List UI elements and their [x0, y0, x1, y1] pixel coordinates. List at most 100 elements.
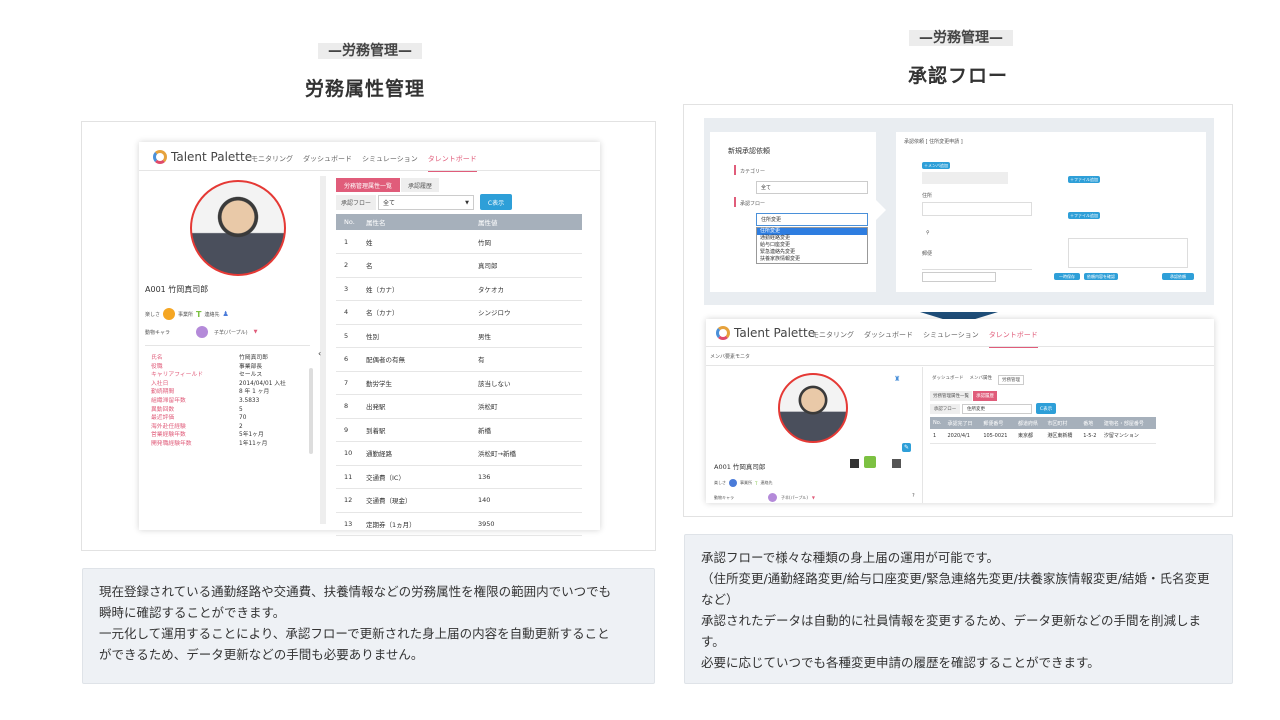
subtab-approval-history[interactable]: 承認履歴	[973, 391, 997, 401]
profile-row: 異動回数 5	[151, 406, 286, 415]
flow-option[interactable]: 扶養家族情報変更	[757, 256, 867, 263]
table-cell: 港区東新橋	[1044, 429, 1081, 444]
filter-select-value: 住所変更	[967, 407, 985, 412]
table-row[interactable]: 1 姓竹岡	[336, 230, 582, 254]
collapse-arrow-icon[interactable]: ‹	[318, 349, 321, 358]
desc-line: など）	[701, 592, 739, 607]
subtab-attr-list[interactable]: 労務管理属性一覧	[930, 391, 972, 401]
app-logo[interactable]: Talent Palette	[153, 150, 252, 164]
flow-option[interactable]: 住所変更	[757, 228, 867, 235]
employee-name: A001 竹岡真司郎	[714, 463, 766, 471]
table-cell: 1-5-2	[1080, 429, 1101, 444]
profile-key: 勤続期間	[151, 389, 175, 396]
badge-contact-label: 連絡先	[204, 311, 220, 318]
tab-attr-list[interactable]: 労務管理属性一覧	[336, 178, 400, 192]
table-row[interactable]: 9 到着駅 新橋	[336, 418, 582, 442]
temp-save-button[interactable]: 一時保存	[1054, 273, 1080, 280]
form-select[interactable]	[922, 272, 996, 282]
submit-request-button[interactable]: 承認依頼	[1162, 273, 1194, 280]
cell-attr-name: 姓	[358, 230, 470, 254]
cell-no: 3	[336, 277, 358, 301]
chevron-down-icon: ▼	[465, 199, 469, 206]
sheep-icon	[196, 326, 209, 338]
request-title: 新規承認依頼	[728, 147, 770, 155]
col-header: 郵便番号	[980, 417, 1015, 429]
desc-line: 現在登録されている通勤経路や交通費、扶養情報などの労務属性を権限の範囲内でいつで…	[99, 584, 612, 599]
request-card: 新規承認依頼 カテゴリー 全て 承認フロー 住所変更 住所変更 通勤経路変更 給与口…	[710, 132, 876, 292]
table-row[interactable]: 1 2020/4/1 105-0021 東京都 港区東新橋 1-5-2 汐留マンション	[930, 429, 1156, 444]
cell-attr-value: シンジロウ	[470, 300, 582, 325]
confirm-button[interactable]: 依頼内容を確認	[1084, 273, 1118, 280]
edit-icon[interactable]: ✎	[902, 443, 911, 452]
table-row[interactable]: 2 名真司郎	[336, 253, 582, 278]
category-label: カテゴリー	[740, 169, 766, 175]
header-divider	[706, 346, 1214, 347]
chevron-down-icon[interactable]: ▼	[254, 329, 258, 335]
member-field[interactable]	[922, 172, 1008, 184]
flow-option[interactable]: 緊急連絡先変更	[757, 249, 867, 256]
tab-dashboard[interactable]: ダッシュボード	[932, 375, 964, 385]
tab-approval-history[interactable]: 承認履歴	[401, 178, 439, 192]
table-row[interactable]: 8 出発駅 浜松町	[336, 394, 582, 419]
attach-file-button-1[interactable]: ＋ファイル追加	[1068, 176, 1100, 183]
tab-member-attr[interactable]: メンバ属性	[970, 375, 993, 385]
category-select[interactable]: 全て	[756, 181, 868, 194]
cell-attr-value: 有	[470, 347, 582, 372]
profile-row: キャリアフィールド セールス	[151, 371, 286, 380]
flow-option[interactable]: 通勤経路変更	[757, 235, 867, 242]
table-row[interactable]: 4 名（カナ） シンジロウ	[336, 300, 582, 325]
table-row[interactable]: 6 配偶者の有無有	[336, 347, 582, 372]
org-icon[interactable]: ♜	[894, 375, 900, 383]
filter-select[interactable]: 住所変更	[962, 404, 1032, 414]
table-cell: 汐留マンション	[1100, 429, 1156, 444]
smile-icon	[729, 479, 737, 487]
show-button[interactable]: C表示	[1036, 403, 1056, 414]
app-logo-text: Talent Palette	[171, 150, 253, 164]
col-attr-name: 属性名	[358, 214, 470, 230]
profile-scrollbar[interactable]	[309, 368, 313, 454]
section-tag-right: —労務管理—	[909, 30, 1013, 46]
qr-icon	[850, 459, 859, 468]
help-icon[interactable]: ?	[912, 493, 915, 499]
flow-option[interactable]: 給与口座変更	[757, 242, 867, 249]
tab-labor[interactable]: 労務管理	[998, 375, 1024, 385]
cell-attr-name: 性別	[358, 324, 470, 348]
flow-dropdown: 住所変更 通勤経路変更 給与口座変更 緊急連絡先変更 扶養家族情報変更	[756, 227, 868, 264]
comment-textarea[interactable]	[1068, 238, 1188, 268]
badge-row: 楽しさ 事業所 T 連絡先	[714, 479, 773, 487]
postal-input[interactable]	[922, 260, 1032, 270]
chevron-down-icon[interactable]: ▼	[812, 495, 815, 500]
filter-select-value: 全て	[383, 200, 396, 207]
profile-key: キャリアフィールド	[151, 372, 204, 379]
request-form: 承認依頼 [ 住所変更申請 ] ＋メンバ追加 住所 ⚲ 郵便 ＋ファイル追加 ＋…	[896, 132, 1206, 292]
cell-attr-value: 140	[470, 488, 582, 513]
search-icon[interactable]: ⚲	[926, 230, 930, 236]
table-cell: 105-0021	[980, 429, 1015, 444]
table-row[interactable]: 7 勤労学生 該当しない	[336, 371, 582, 395]
table-row[interactable]: 5 性別 男性	[336, 324, 582, 348]
col-header: No.	[930, 417, 945, 429]
table-row[interactable]: 12 交通費（現金） 140	[336, 488, 582, 513]
table-row[interactable]: 3 姓（カナ） タケオカ	[336, 277, 582, 301]
show-button[interactable]: C表示	[480, 194, 512, 210]
chara-label: 動物キャラ	[714, 494, 734, 500]
app-logo[interactable]: Talent Palette	[716, 326, 815, 340]
col-no: No.	[336, 214, 358, 230]
section-tag-left: —労務管理—	[318, 43, 422, 59]
add-member-button[interactable]: ＋メンバ追加	[922, 162, 950, 169]
attach-file-button-2[interactable]: ＋ファイル追加	[1068, 212, 1100, 219]
table-row[interactable]: 10 通勤経路 浜松町→新橋	[336, 441, 582, 466]
col-header: 番地	[1080, 417, 1101, 429]
filter-label: 承認フロー	[930, 404, 960, 414]
flow-select[interactable]: 住所変更	[756, 213, 868, 226]
header-divider	[139, 170, 600, 171]
col-header: 建物名・部屋番号	[1100, 417, 1156, 429]
filter-select[interactable]: 全て ▼	[378, 195, 474, 210]
caret-arrow	[876, 200, 886, 220]
desc-line: ができるため、データ更新などの手間も必要ありません。	[99, 647, 424, 662]
profile-row: 最近評価 70	[151, 414, 286, 423]
table-row[interactable]: 11 交通費（IC） 136	[336, 465, 582, 489]
table-row[interactable]: 13 定期券（1ヵ月） 3950	[336, 512, 582, 536]
address-input[interactable]	[922, 202, 1032, 216]
chara-value: 子羊(パープル)	[214, 329, 248, 336]
